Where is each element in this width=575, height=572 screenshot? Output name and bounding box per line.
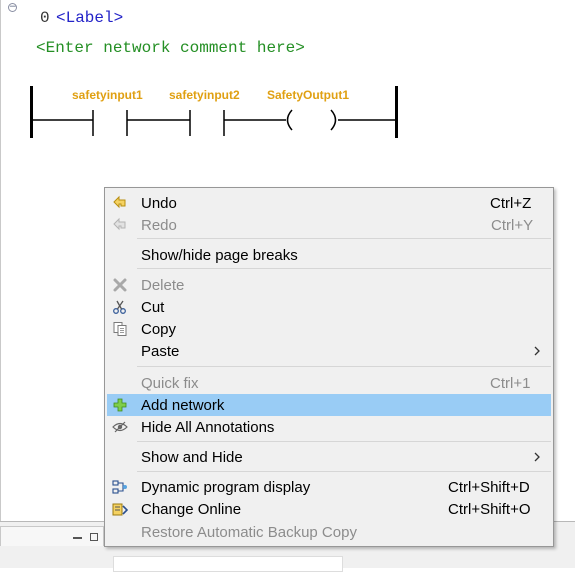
menu-label: Quick fix xyxy=(141,375,199,392)
menu-item-redo[interactable]: Redo Ctrl+Y xyxy=(107,214,551,236)
ladder-network: safetyinput1 safetyinput2 SafetyOutput1 xyxy=(30,86,398,138)
chevron-right-icon xyxy=(534,346,540,356)
network-number: 0 xyxy=(40,9,50,27)
coil-variable[interactable]: SafetyOutput1 xyxy=(267,88,349,102)
eye-icon xyxy=(112,421,128,433)
plus-icon xyxy=(113,398,127,412)
menu-shortcut: Ctrl+Z xyxy=(490,195,532,212)
left-power-rail xyxy=(30,86,33,138)
menu-shortcut: Ctrl+1 xyxy=(490,375,531,392)
menu-label: Paste xyxy=(141,343,180,360)
menu-item-change-online[interactable]: Change Online Ctrl+Shift+O xyxy=(107,498,551,520)
menu-item-paste[interactable]: Paste xyxy=(107,340,551,362)
menu-item-copy[interactable]: Copy xyxy=(107,318,551,340)
coil-left[interactable] xyxy=(286,109,293,131)
minimize-icon[interactable] xyxy=(73,537,82,539)
menu-label: Redo xyxy=(141,217,177,234)
context-menu: Undo Ctrl+Z Redo Ctrl+Y Show/hide page b… xyxy=(104,187,554,547)
menu-label: Undo xyxy=(141,195,177,212)
menu-shortcut: Ctrl+Y xyxy=(491,217,534,234)
menu-item-cut[interactable]: Cut xyxy=(107,296,551,318)
menu-label: Dynamic program display xyxy=(141,479,311,496)
preview-thumbnail xyxy=(113,556,343,572)
menu-label: Hide All Annotations xyxy=(141,419,275,436)
delete-icon xyxy=(113,278,127,292)
menu-item-restore-backup[interactable]: Restore Automatic Backup Copy xyxy=(107,521,551,543)
redo-icon xyxy=(113,217,126,231)
collapse-network-icon[interactable]: − xyxy=(8,3,17,12)
menu-separator xyxy=(137,471,551,472)
dynamic-display-icon xyxy=(112,480,127,494)
chevron-right-icon xyxy=(534,452,540,462)
menu-label: Show and Hide xyxy=(141,449,243,466)
menu-item-page-breaks[interactable]: Show/hide page breaks xyxy=(107,244,551,266)
menu-label: Copy xyxy=(141,321,177,338)
menu-label: Cut xyxy=(141,299,165,316)
menu-item-add-network[interactable]: Add network xyxy=(107,394,551,416)
menu-separator xyxy=(137,238,551,239)
menu-item-dynamic-display[interactable]: Dynamic program display Ctrl+Shift+D xyxy=(107,476,551,498)
bottom-panel-tab[interactable] xyxy=(0,526,104,546)
menu-label: Restore Automatic Backup Copy xyxy=(141,524,357,541)
menu-label: Show/hide page breaks xyxy=(141,247,298,264)
menu-label: Change Online xyxy=(141,501,242,518)
maximize-icon[interactable] xyxy=(90,533,98,541)
menu-separator xyxy=(137,366,551,367)
undo-icon xyxy=(113,195,126,209)
menu-item-undo[interactable]: Undo Ctrl+Z xyxy=(107,192,551,214)
coil-right[interactable] xyxy=(330,109,337,131)
menu-item-hide-annotations[interactable]: Hide All Annotations xyxy=(107,416,551,438)
scissors-icon xyxy=(113,300,126,314)
menu-separator xyxy=(137,268,551,269)
menu-separator xyxy=(137,441,551,442)
change-online-icon xyxy=(112,503,128,516)
menu-item-delete[interactable]: Delete xyxy=(107,274,551,296)
copy-icon xyxy=(113,322,127,336)
contact-1-variable[interactable]: safetyinput1 xyxy=(72,88,143,102)
right-power-rail xyxy=(395,86,398,138)
menu-shortcut: Ctrl+Shift+D xyxy=(448,479,530,496)
menu-label: Delete xyxy=(141,277,185,294)
menu-item-show-hide[interactable]: Show and Hide xyxy=(107,446,551,468)
menu-item-quick-fix[interactable]: Quick fix Ctrl+1 xyxy=(107,372,551,394)
network-label[interactable]: <Label> xyxy=(56,9,123,27)
menu-label: Add network xyxy=(141,397,225,414)
contact-2-variable[interactable]: safetyinput2 xyxy=(169,88,240,102)
network-comment[interactable]: <Enter network comment here> xyxy=(36,39,305,57)
menu-shortcut: Ctrl+Shift+O xyxy=(448,501,531,518)
